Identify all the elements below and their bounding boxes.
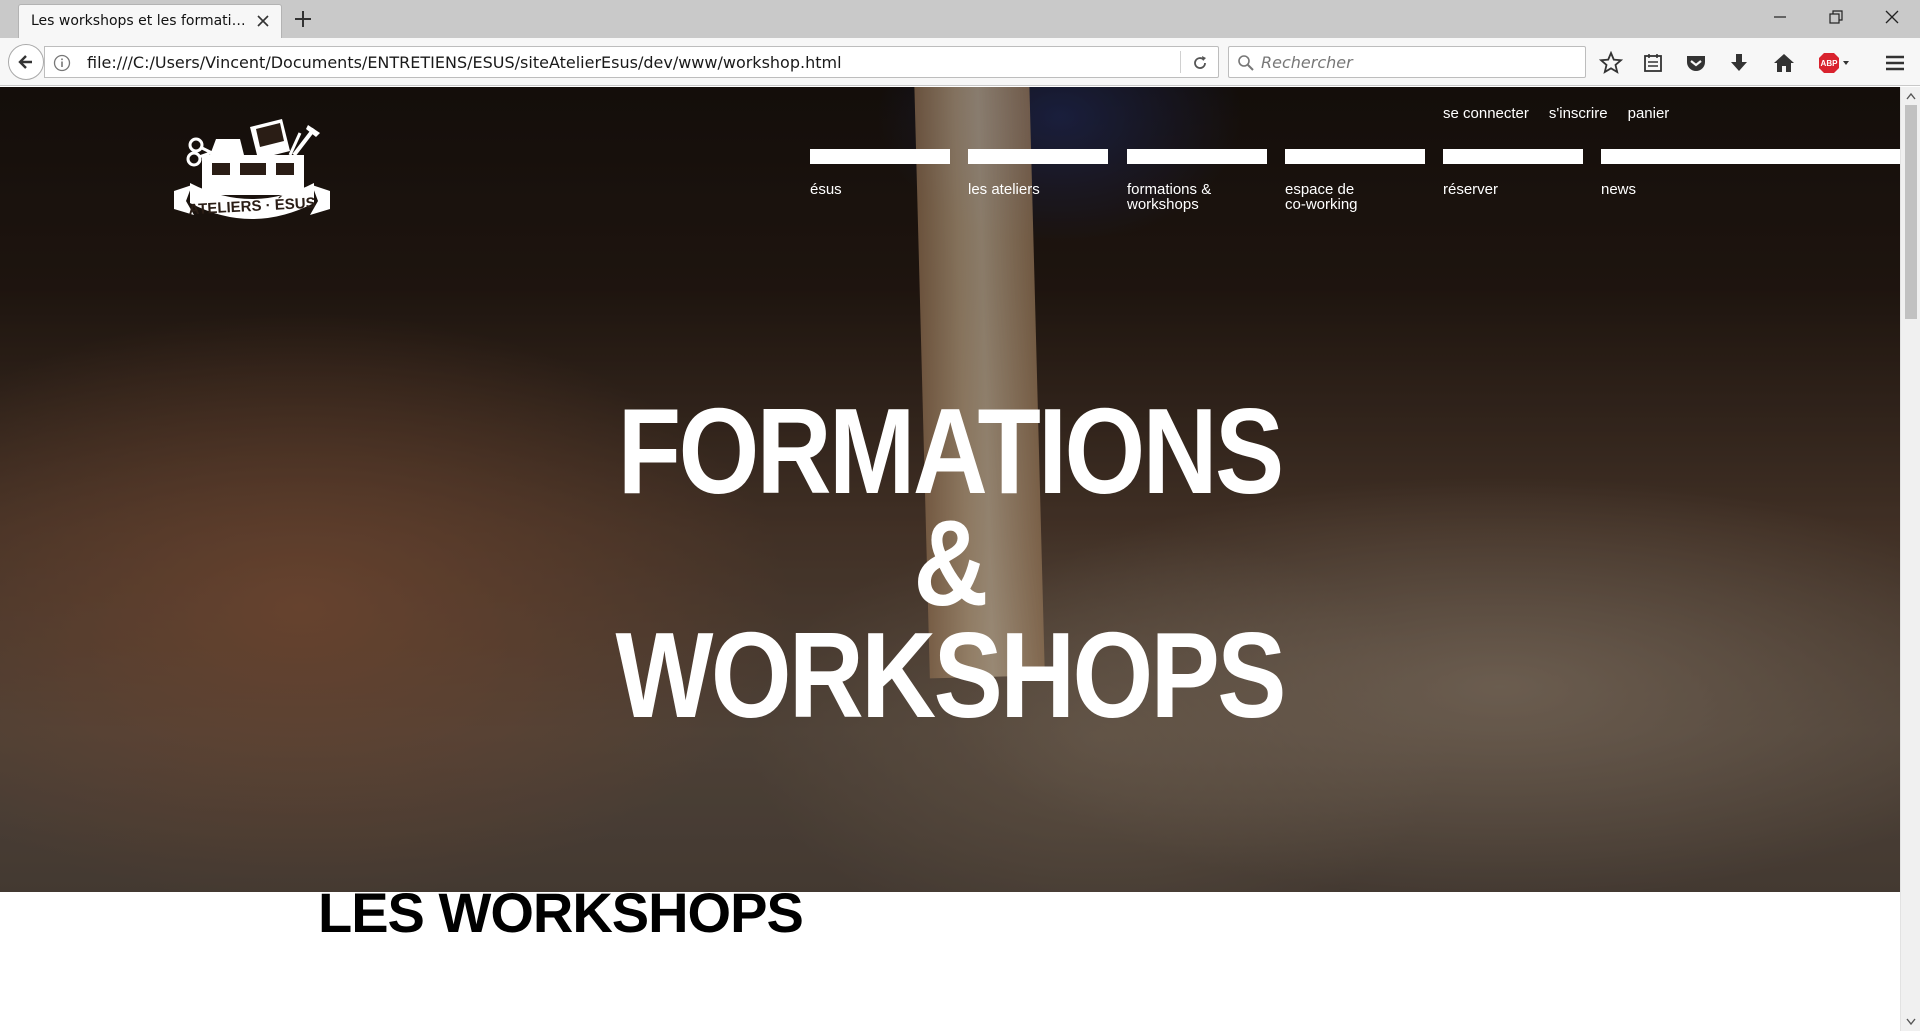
hero-banner: ATELIERS · ÉSUS se connecter s'inscrire … (0, 87, 1900, 892)
home-icon[interactable] (1771, 50, 1797, 76)
section-title: LES WORKSHOPS (318, 881, 804, 944)
minimize-icon[interactable] (1752, 0, 1808, 34)
scroll-down-arrow-icon[interactable] (1901, 1013, 1920, 1031)
signup-link[interactable]: s'inscrire (1549, 105, 1608, 122)
download-icon[interactable] (1726, 50, 1752, 76)
nav-label: news (1601, 181, 1637, 198)
search-icon (1237, 54, 1255, 72)
nav-item-coworking[interactable]: espace de co-working (1285, 149, 1425, 212)
nav-bar (1601, 149, 1900, 164)
nav-bar (1127, 149, 1267, 164)
scroll-thumb[interactable] (1905, 105, 1917, 319)
nav-bar (810, 149, 950, 164)
bookmark-star-icon[interactable] (1598, 50, 1624, 76)
tab-bar: Les workshops et les formatio… (0, 0, 1920, 38)
back-button[interactable] (8, 44, 44, 80)
search-input[interactable] (1261, 52, 1561, 72)
tab-title: Les workshops et les formatio… (31, 13, 253, 29)
nav-item-esus[interactable]: ésus (810, 149, 950, 197)
nav-item-ateliers[interactable]: les ateliers (968, 149, 1108, 197)
cart-link[interactable]: panier (1628, 105, 1670, 122)
url-text[interactable]: file:///C:/Users/Vincent/Documents/ENTRE… (87, 53, 842, 72)
hero-title-line: & (913, 495, 989, 631)
login-link[interactable]: se connecter (1443, 105, 1529, 122)
search-bar[interactable] (1228, 46, 1586, 78)
url-separator (1180, 51, 1181, 73)
page-scrollbar[interactable] (1900, 87, 1920, 1031)
account-links: se connecter s'inscrire panier (1443, 105, 1669, 122)
nav-bar (1285, 149, 1425, 164)
hero-title-line: FORMATIONS (617, 383, 1284, 519)
nav-bar (1443, 149, 1583, 164)
nav-bar (968, 149, 1108, 164)
nav-label: espace de co-working (1285, 181, 1358, 213)
info-icon[interactable] (53, 54, 71, 72)
nav-label: ésus (810, 181, 842, 198)
nav-item-news[interactable]: news (1601, 149, 1900, 197)
scroll-up-arrow-icon[interactable] (1901, 87, 1920, 105)
pocket-icon[interactable] (1683, 50, 1709, 76)
back-arrow-icon (18, 55, 32, 69)
browser-tab[interactable]: Les workshops et les formatio… (18, 4, 282, 38)
new-tab-icon[interactable] (292, 8, 314, 30)
nav-item-reserver[interactable]: réserver (1443, 149, 1583, 197)
adblock-label: ABP (1821, 59, 1839, 68)
nav-label: formations & workshops (1127, 181, 1212, 213)
bookmarks-menu-icon[interactable] (1640, 50, 1666, 76)
main-navigation: ésus les ateliers formations & workshops… (810, 149, 1900, 219)
site-logo[interactable]: ATELIERS · ÉSUS (172, 105, 332, 225)
nav-label: les ateliers (968, 181, 1040, 198)
hero-title: FORMATIONS & WORKSHOPS (142, 383, 1757, 743)
nav-item-formations[interactable]: formations & workshops (1127, 149, 1267, 212)
adblock-icon[interactable]: ABP (1817, 50, 1851, 76)
url-bar[interactable]: file:///C:/Users/Vincent/Documents/ENTRE… (44, 46, 1219, 78)
reload-icon[interactable] (1190, 53, 1210, 73)
window-close-icon[interactable] (1864, 0, 1920, 34)
close-tab-icon[interactable] (253, 11, 273, 31)
hamburger-menu-icon[interactable] (1882, 50, 1908, 76)
navigation-toolbar: file:///C:/Users/Vincent/Documents/ENTRE… (0, 38, 1920, 86)
nav-label: réserver (1443, 181, 1499, 198)
page-viewport: ATELIERS · ÉSUS se connecter s'inscrire … (0, 87, 1900, 1031)
restore-icon[interactable] (1808, 0, 1864, 34)
hero-title-line: WORKSHOPS (615, 607, 1286, 743)
